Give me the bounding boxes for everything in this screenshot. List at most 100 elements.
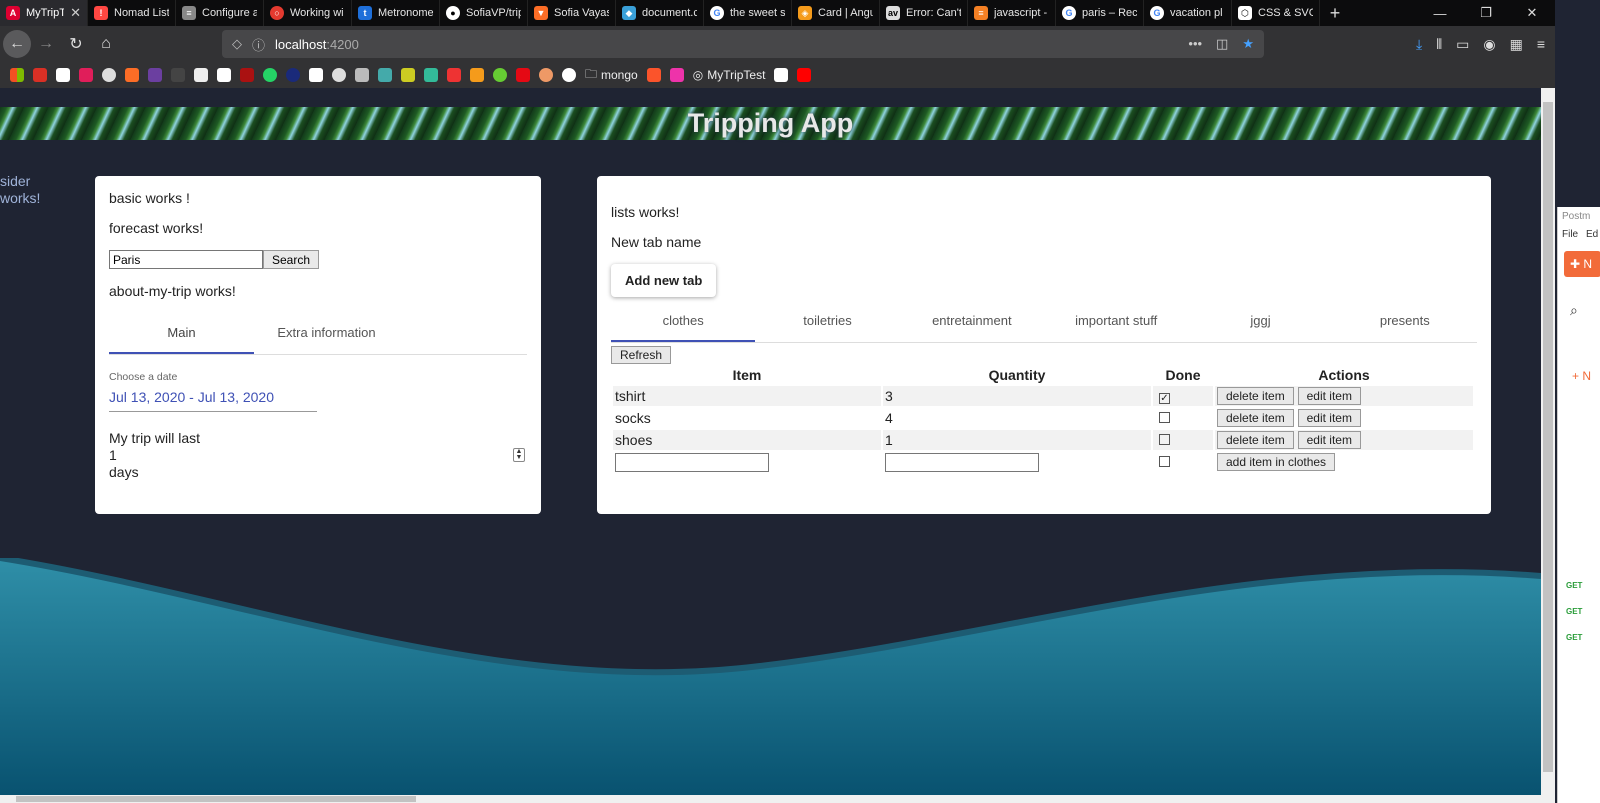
- tab-entretainment[interactable]: entretainment: [900, 305, 1044, 342]
- shield-icon[interactable]: ◇: [232, 36, 242, 52]
- alien-icon[interactable]: [355, 68, 369, 82]
- bookmark-star-icon[interactable]: ★: [1242, 36, 1254, 52]
- tab-nomad-list[interactable]: ! Nomad List: [88, 0, 176, 26]
- delete-item-button[interactable]: delete item: [1217, 387, 1294, 405]
- edit-item-button[interactable]: edit item: [1297, 431, 1361, 449]
- tab-presents[interactable]: presents: [1333, 305, 1477, 342]
- doc-icon[interactable]: [194, 68, 208, 82]
- tab-paris[interactable]: G paris – Rec: [1056, 0, 1144, 26]
- tab-jggj[interactable]: jggj: [1188, 305, 1332, 342]
- tab-document[interactable]: ◆ document.c: [616, 0, 704, 26]
- shell-icon[interactable]: [539, 68, 553, 82]
- menu-file[interactable]: File: [1562, 229, 1578, 240]
- gmail-icon[interactable]: [33, 68, 47, 82]
- tab-css-svg[interactable]: ⬡ CSS & SVG: [1232, 0, 1320, 26]
- scroll-thumb[interactable]: [16, 796, 416, 802]
- close-window-icon[interactable]: ✕: [1509, 0, 1555, 26]
- more-icon[interactable]: •••: [1188, 36, 1202, 52]
- w-icon[interactable]: [148, 68, 162, 82]
- c-icon[interactable]: [401, 68, 415, 82]
- restore-icon[interactable]: ❐: [1463, 0, 1509, 26]
- whatsapp-icon[interactable]: [263, 68, 277, 82]
- horizontal-scrollbar[interactable]: [0, 795, 1541, 803]
- slack-icon[interactable]: [79, 68, 93, 82]
- s-icon[interactable]: [669, 68, 684, 82]
- done-checkbox-checked[interactable]: ✓: [1159, 393, 1170, 404]
- menu-edit[interactable]: Ed: [1586, 229, 1598, 240]
- menu-icon[interactable]: ≡: [1537, 36, 1545, 52]
- bookmark-mytriptest[interactable]: ◎ MyTripTest: [693, 68, 766, 82]
- tab-configure[interactable]: ≡ Configure a: [176, 0, 264, 26]
- chevron-icon[interactable]: [562, 68, 576, 82]
- tab-metronome[interactable]: t Metronome: [352, 0, 440, 26]
- extensions-icon[interactable]: ▦: [1510, 36, 1523, 53]
- book-icon[interactable]: [240, 68, 254, 82]
- new-tab-button[interactable]: +: [1320, 0, 1350, 26]
- home-icon[interactable]: ⌂: [91, 29, 121, 59]
- tab-clothes[interactable]: clothes: [611, 305, 756, 342]
- bolt-icon[interactable]: [447, 68, 461, 82]
- back-arrow-icon[interactable]: ←: [3, 30, 31, 58]
- bookmark-folder-mongo[interactable]: 🗀 mongo: [585, 65, 638, 86]
- w3-icon[interactable]: [378, 68, 392, 82]
- get-method-badge[interactable]: GET: [1566, 581, 1582, 590]
- account-icon[interactable]: ◉: [1483, 36, 1495, 53]
- tab-github[interactable]: ● SofiaVP/trip: [440, 0, 528, 26]
- tab-card[interactable]: ◈ Card | Angu: [792, 0, 880, 26]
- close-icon[interactable]: ✕: [70, 5, 81, 21]
- tab-vacation[interactable]: G vacation pl: [1144, 0, 1232, 26]
- sql-icon[interactable]: [309, 68, 323, 82]
- get-method-badge[interactable]: GET: [1566, 633, 1582, 642]
- tab-main[interactable]: Main: [109, 313, 254, 354]
- netflix-icon[interactable]: [516, 68, 530, 82]
- gitlab-icon[interactable]: [125, 68, 139, 82]
- delete-item-button[interactable]: delete item: [1217, 431, 1294, 449]
- tab-gitlab[interactable]: ▼ Sofia Vayas: [528, 0, 616, 26]
- unsplash-icon[interactable]: [774, 68, 789, 82]
- delete-item-button[interactable]: delete item: [1217, 409, 1294, 427]
- ch-icon[interactable]: [171, 68, 185, 82]
- github-icon[interactable]: [102, 68, 116, 82]
- new-item-done-checkbox[interactable]: [1159, 456, 1170, 467]
- vertical-scrollbar[interactable]: [1541, 88, 1555, 803]
- tab-javascript[interactable]: ≡ javascript -: [968, 0, 1056, 26]
- amazon-icon[interactable]: [56, 68, 70, 82]
- nine-icon[interactable]: [217, 68, 231, 82]
- number-spinner[interactable]: ▲ ▼: [513, 448, 525, 462]
- library-icon[interactable]: ⫴: [1436, 36, 1442, 53]
- new-item-quantity-input[interactable]: [885, 452, 1039, 472]
- reload-icon[interactable]: ↻: [61, 29, 91, 59]
- brave-icon[interactable]: [646, 68, 661, 82]
- edit-item-button[interactable]: edit item: [1297, 387, 1361, 405]
- leaf-icon[interactable]: [493, 68, 507, 82]
- done-checkbox[interactable]: [1159, 434, 1170, 445]
- search-icon[interactable]: ⌕: [1570, 302, 1578, 319]
- z-icon[interactable]: [424, 68, 438, 82]
- tab-important-stuff[interactable]: important stuff: [1044, 305, 1188, 342]
- download-icon[interactable]: ⤓: [1416, 36, 1422, 53]
- forward-arrow-icon[interactable]: →: [31, 29, 61, 59]
- date-range-input[interactable]: Jul 13, 2020 - Jul 13, 2020: [109, 389, 317, 412]
- minimize-icon[interactable]: —: [1417, 0, 1463, 26]
- info-icon[interactable]: ⓘ: [252, 35, 265, 54]
- github-icon[interactable]: [332, 68, 346, 82]
- new-button[interactable]: ✚ N: [1564, 251, 1600, 277]
- tab-mytrip[interactable]: A MyTripT ✕: [0, 0, 88, 26]
- trip-days-value[interactable]: 1: [109, 447, 527, 464]
- edit-item-button[interactable]: edit item: [1297, 409, 1361, 427]
- done-checkbox[interactable]: [1159, 412, 1170, 423]
- shield-icon[interactable]: [470, 68, 484, 82]
- tab-toiletries[interactable]: toiletries: [755, 305, 899, 342]
- refresh-button[interactable]: Refresh: [611, 346, 672, 364]
- new-item-name-input[interactable]: [615, 452, 769, 472]
- scroll-thumb[interactable]: [1543, 102, 1553, 772]
- tab-error[interactable]: av Error: Can't: [880, 0, 968, 26]
- search-button[interactable]: Search: [263, 250, 320, 269]
- url-bar[interactable]: ◇ ⓘ localhost:4200 ••• ◫ ★: [222, 30, 1264, 58]
- tab-working[interactable]: ○ Working wi: [264, 0, 352, 26]
- new-collection-button[interactable]: + N: [1572, 369, 1591, 383]
- windows-icon[interactable]: [10, 68, 24, 82]
- pocket-icon[interactable]: ◫: [1216, 36, 1228, 52]
- tab-sweet[interactable]: G the sweet s: [704, 0, 792, 26]
- add-item-button[interactable]: add item in clothes: [1217, 453, 1336, 471]
